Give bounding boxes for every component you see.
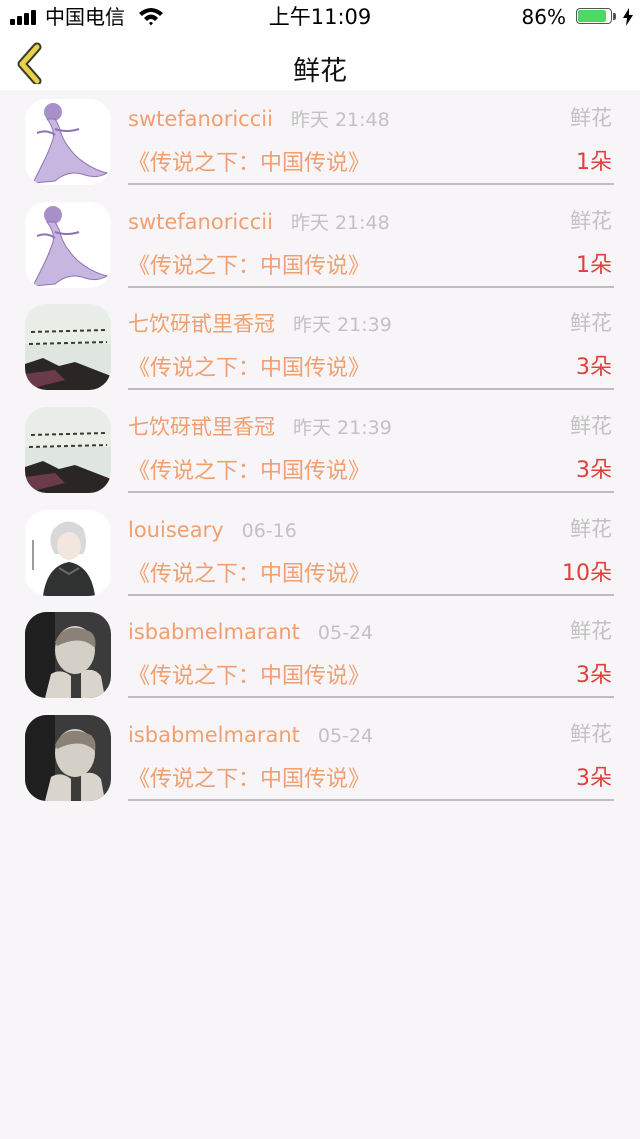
landscape-avatar-image [25,407,111,494]
username: isbabmelmarant [128,620,300,645]
book-title-link[interactable]: 《传说之下：中国传说》 [128,251,370,283]
list-item[interactable]: swtefanoriccii 昨天 21:48 鲜花 《传说之下：中国传说》 1朵 [0,193,640,296]
landscape-avatar-image [25,304,111,391]
username: swtefanoriccii [128,107,273,131]
book-title-link[interactable]: 《传说之下：中国传说》 [128,148,370,180]
book-title-link[interactable]: 《传说之下：中国传说》 [128,353,370,385]
category-label: 鲜花 [570,414,612,439]
avatar[interactable] [25,715,111,802]
flower-count: 10朵 [562,560,612,586]
divider [128,491,614,494]
flower-count: 3朵 [576,458,612,484]
list-item[interactable]: swtefanoriccii 昨天 21:48 鲜花 《传说之下：中国传说》 1朵 [0,90,640,193]
book-title-link[interactable]: 《传说之下：中国传说》 [128,456,370,488]
page-title: 鲜花 [293,56,347,87]
category-label: 鲜花 [570,311,612,336]
username: 七饮砑甙里香冠 [128,415,275,440]
category-label: 鲜花 [570,722,612,747]
child-avatar-image [25,715,111,802]
avatar[interactable] [25,201,111,288]
list-item[interactable]: isbabmelmarant 05-24 鲜花 《传说之下：中国传说》 3朵 [0,706,640,809]
divider [128,593,614,596]
category-label: 鲜花 [570,208,612,233]
battery-icon [576,8,618,26]
avatar[interactable] [25,509,111,596]
divider [128,696,614,699]
divider [128,799,614,802]
timestamp: 昨天 21:39 [293,417,392,440]
flower-count: 3朵 [576,663,612,689]
flower-count: 3朵 [576,355,612,381]
list-item[interactable]: louiseary 06-16 鲜花 《传说之下：中国传说》 10朵 [0,501,640,604]
navigation-bar: 鲜花 [0,34,640,90]
avatar[interactable] [25,99,111,185]
list-item[interactable]: 七饮砑甙里香冠 昨天 21:39 鲜花 《传说之下：中国传说》 3朵 [0,398,640,501]
divider [128,285,614,288]
username-label: louiseary 06-16 [128,515,297,546]
username-label: swtefanoriccii 昨天 21:48 [128,207,390,238]
category-label: 鲜花 [570,516,612,541]
charging-bolt-icon [623,8,633,26]
timestamp: 昨天 21:48 [290,109,390,131]
timestamp: 05-24 [317,622,374,645]
avatar[interactable] [25,612,111,699]
category-label: 鲜花 [570,106,612,130]
flower-count: 1朵 [576,150,612,175]
divider [128,388,614,391]
timestamp: 昨天 21:48 [290,211,390,234]
status-bar: 中国电信 上午11:09 86% [0,0,640,34]
book-title-link[interactable]: 《传说之下：中国传说》 [128,764,370,796]
username-label: 七饮砑甙里香冠 昨天 21:39 [128,309,392,340]
book-title-link[interactable]: 《传说之下：中国传说》 [128,661,370,693]
flower-count: 3朵 [576,766,612,792]
timestamp: 昨天 21:39 [293,314,392,337]
username-label: isbabmelmarant 05-24 [128,617,373,648]
battery-percent: 86% [521,5,566,29]
avatar[interactable] [25,407,111,494]
gardevoir-avatar-image [25,201,111,288]
flower-gift-list: swtefanoriccii 昨天 21:48 鲜花 《传说之下：中国传说》 1朵… [0,90,640,809]
list-item[interactable]: 七饮砑甙里香冠 昨天 21:39 鲜花 《传说之下：中国传说》 3朵 [0,295,640,398]
timestamp: 06-16 [241,519,297,542]
category-label: 鲜花 [570,619,612,644]
username-label: 七饮砑甙里香冠 昨天 21:39 [128,412,392,443]
username: swtefanoriccii [128,209,273,234]
child-avatar-image [25,612,111,699]
divider [128,183,614,185]
list-item[interactable]: isbabmelmarant 05-24 鲜花 《传说之下：中国传说》 3朵 [0,603,640,706]
username-label: swtefanoriccii 昨天 21:48 [128,104,390,135]
timestamp: 05-24 [317,725,374,748]
gardevoir-avatar-image [25,99,111,185]
avatar[interactable] [25,304,111,391]
flower-count: 1朵 [576,252,612,278]
username: louiseary [128,517,224,542]
anime-avatar-image [25,509,111,596]
username-label: isbabmelmarant 05-24 [128,720,373,751]
username: 七饮砑甙里香冠 [128,312,275,337]
username: isbabmelmarant [128,723,300,748]
book-title-link[interactable]: 《传说之下：中国传说》 [128,559,370,591]
